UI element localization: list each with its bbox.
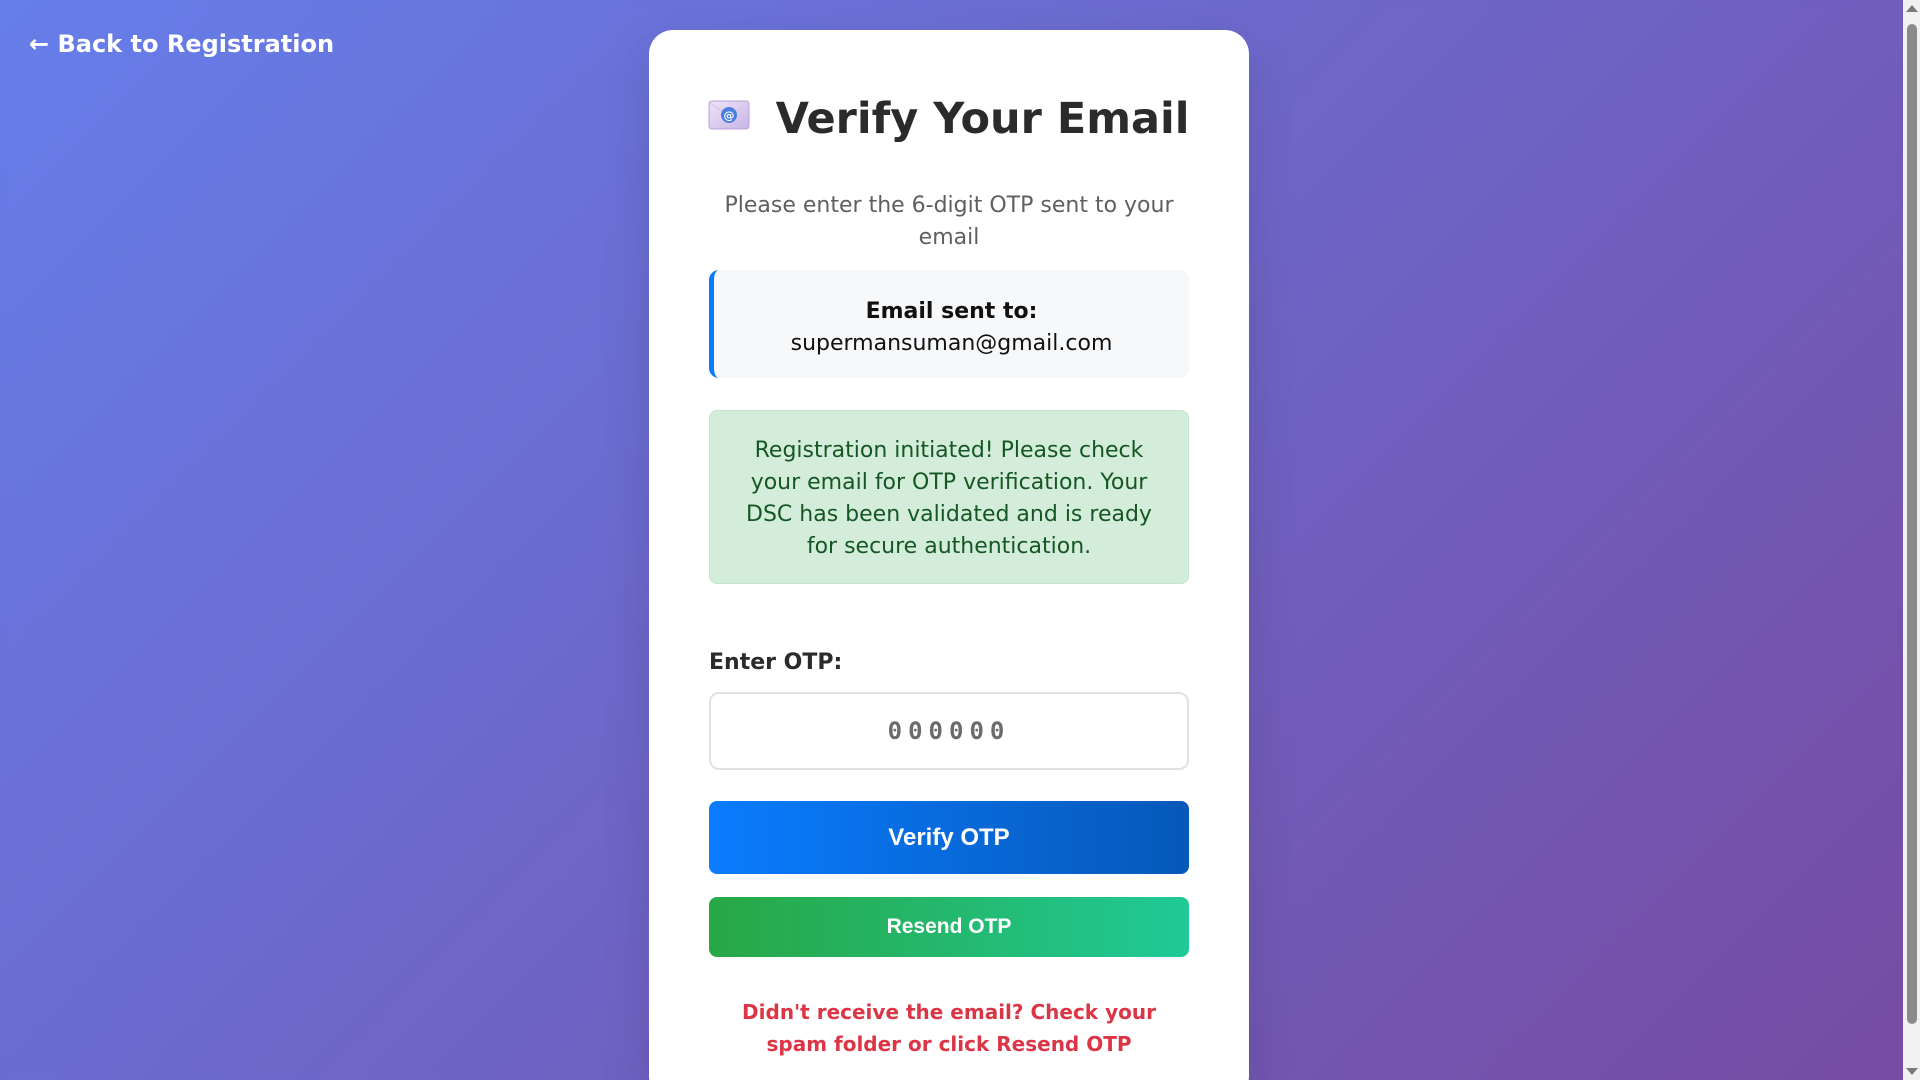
svg-text:@: @: [724, 109, 735, 122]
title-row: @ Verify Your Email: [649, 94, 1249, 156]
email-sent-box: Email sent to: supermansuman@gmail.com: [709, 270, 1189, 378]
scrollbar-thumb[interactable]: [1907, 24, 1917, 1024]
page-scrollbar[interactable]: [1903, 0, 1920, 1080]
otp-label: Enter OTP:: [709, 650, 843, 675]
scroll-down-icon[interactable]: [1906, 1068, 1918, 1075]
scroll-up-icon[interactable]: [1906, 5, 1918, 12]
email-address: supermansuman@gmail.com: [790, 331, 1113, 356]
resend-otp-button[interactable]: Resend OTP: [709, 897, 1189, 957]
otp-input[interactable]: [709, 692, 1189, 770]
back-to-registration-link[interactable]: ← Back to Registration: [29, 30, 334, 58]
email-sent-label: Email sent to:: [865, 299, 1038, 324]
verify-otp-button[interactable]: Verify OTP: [709, 801, 1189, 874]
success-alert: Registration initiated! Please check you…: [709, 410, 1189, 584]
spam-folder-hint: Didn't receive the email? Check your spa…: [742, 1000, 1156, 1056]
verify-email-card: @ Verify Your Email Please enter the 6-d…: [649, 30, 1249, 1080]
envelope-icon: @: [708, 99, 750, 131]
page-title: Verify Your Email: [775, 94, 1190, 144]
page-subtitle: Please enter the 6-digit OTP sent to you…: [724, 193, 1174, 250]
